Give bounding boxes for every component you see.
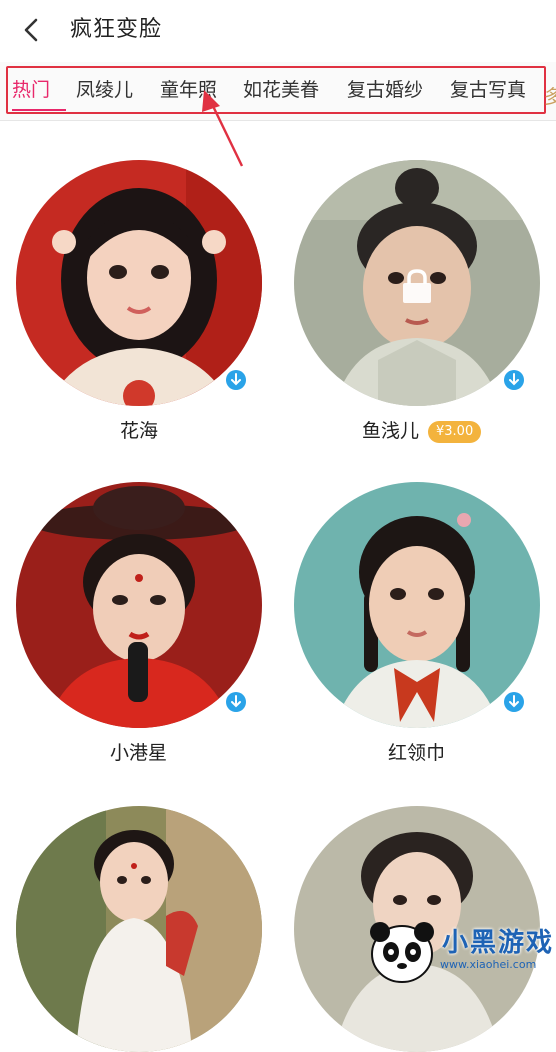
watermark-url: www.xiaohei.com — [440, 958, 537, 971]
watermark-logo: 小黑游戏 www.xiaohei.com — [362, 912, 556, 987]
category-tab-bar: 热门 凤绫儿 童年照 如花美眷 复古婚纱 复古写真 多 — [0, 62, 556, 121]
price-badge: ¥3.00 — [428, 421, 482, 443]
template-card[interactable] — [16, 806, 266, 1052]
template-card[interactable]: 花海 — [16, 160, 266, 450]
active-tab-underline — [12, 109, 66, 111]
lock-icon — [403, 269, 431, 303]
portrait-image-icon — [16, 806, 262, 1052]
tab-retro-wedding[interactable]: 复古婚纱 — [347, 68, 423, 112]
page-title: 疯狂变脸 — [70, 17, 163, 42]
tab-hot[interactable]: 热门 — [12, 68, 50, 112]
template-name: 小港星 — [110, 742, 168, 764]
template-card[interactable]: 鱼浅儿 ¥3.00 — [294, 160, 544, 450]
download-icon[interactable] — [226, 692, 246, 712]
template-card[interactable]: 红领巾 — [294, 482, 544, 772]
download-icon[interactable] — [504, 692, 524, 712]
template-card[interactable]: 小港星 — [16, 482, 266, 772]
template-photo[interactable] — [16, 806, 262, 1052]
app-header: 疯狂变脸 — [0, 0, 556, 60]
download-icon[interactable] — [504, 370, 524, 390]
tabs-highlight-box: 热门 凤绫儿 童年照 如花美眷 复古婚纱 复古写真 — [6, 66, 546, 114]
template-name: 红领巾 — [388, 742, 446, 764]
tab-retro-portrait[interactable]: 复古写真 — [450, 68, 526, 112]
back-chevron-icon[interactable] — [18, 16, 46, 44]
watermark-brand: 小黑游戏 — [442, 928, 555, 958]
panda-mascot-icon — [370, 922, 434, 983]
tab-fenglinger[interactable]: 凤绫儿 — [76, 68, 133, 112]
download-icon[interactable] — [226, 370, 246, 390]
template-name: 花海 — [120, 420, 159, 442]
template-name: 鱼浅儿 — [362, 420, 420, 442]
tab-overflow-hint: 多 — [544, 86, 556, 108]
